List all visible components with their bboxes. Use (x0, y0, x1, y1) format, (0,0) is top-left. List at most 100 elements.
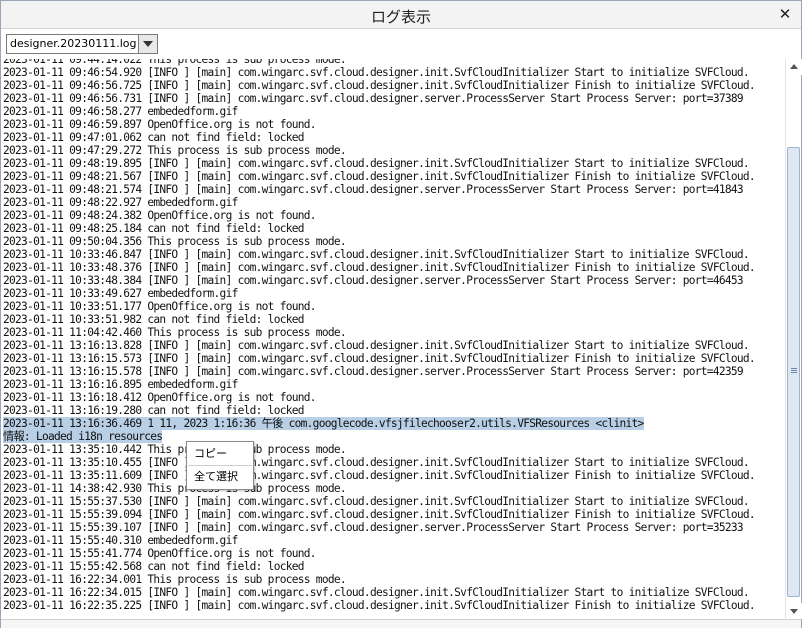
log-line: 2023-01-11 13:16:13.828 [INFO ] [main] c… (3, 339, 755, 352)
log-line: 2023-01-11 13:16:19.280 can not find fie… (3, 404, 755, 417)
log-line: 2023-01-11 10:33:46.847 [INFO ] [main] c… (3, 248, 755, 261)
log-line-text: 2023-01-11 09:48:24.382 OpenOffice.org i… (3, 209, 317, 222)
log-line: 2023-01-11 09:48:19.895 [INFO ] [main] c… (3, 157, 755, 170)
log-line-text: 2023-01-11 15:55:37.530 [INFO ] [main] c… (3, 495, 750, 508)
log-line: 2023-01-11 13:35:10.455 [INFO ] [main] c… (3, 456, 755, 469)
log-line-text: 2023-01-11 15:55:42.568 can not find fie… (3, 560, 305, 573)
log-line-text: 2023-01-11 16:22:34.015 [INFO ] [main] c… (3, 586, 750, 599)
log-line: 2023-01-11 13:16:15.578 [INFO ] [main] c… (3, 365, 755, 378)
log-viewer-window: ログ表示 ✕ designer.20230111.log 2023-01-11 … (0, 0, 802, 628)
log-line-text: 2023-01-11 09:48:22.927 embededform.gif (3, 196, 238, 209)
log-line: 2023-01-11 16:22:34.001 This process is … (3, 573, 755, 586)
log-line: 2023-01-11 15:55:37.530 [INFO ] [main] c… (3, 495, 755, 508)
log-line: 2023-01-11 13:16:15.573 [INFO ] [main] c… (3, 352, 756, 365)
window-title: ログ表示 (370, 8, 431, 26)
log-text-area[interactable]: 2023-01-11 09:44:14.022 This process is … (2, 59, 784, 619)
log-line-text: 2023-01-11 13:16:15.573 [INFO ] [main] c… (3, 352, 756, 365)
log-line: 2023-01-11 09:47:29.272 This process is … (3, 144, 755, 157)
log-line-text: 2023-01-11 10:33:51.982 can not find fie… (3, 313, 305, 326)
log-line: 2023-01-11 15:55:42.568 can not find fie… (3, 560, 755, 573)
log-line-text: 2023-01-11 10:33:46.847 [INFO ] [main] c… (3, 248, 750, 261)
log-line-text: 2023-01-11 16:22:35.225 [INFO ] [main] c… (3, 599, 756, 612)
log-line-text: 2023-01-11 15:55:41.774 OpenOffice.org i… (3, 547, 317, 560)
log-line-text: 2023-01-11 13:16:13.828 [INFO ] [main] c… (3, 339, 750, 352)
log-line-text: 2023-01-11 13:16:16.895 embededform.gif (3, 378, 238, 391)
log-line-text: 2023-01-11 13:35:10.442 This process is … (3, 443, 347, 456)
log-line: 2023-01-11 09:48:21.567 [INFO ] [main] c… (3, 170, 756, 183)
log-line: 2023-01-11 10:33:48.376 [INFO ] [main] c… (3, 261, 756, 274)
log-file-select-value[interactable]: designer.20230111.log (7, 35, 138, 53)
log-line-text: 2023-01-11 15:55:39.107 [INFO ] [main] c… (3, 521, 744, 534)
log-line: 2023-01-11 15:55:39.107 [INFO ] [main] c… (3, 521, 755, 534)
log-line: 2023-01-11 09:46:54.920 [INFO ] [main] c… (3, 66, 755, 79)
log-line-text: 2023-01-11 15:55:39.094 [INFO ] [main] c… (3, 508, 756, 521)
log-line: 2023-01-11 15:55:41.774 OpenOffice.org i… (3, 547, 755, 560)
log-lines: 2023-01-11 09:44:14.022 This process is … (3, 59, 756, 612)
log-line-text: 2023-01-11 10:33:48.384 [INFO ] [main] c… (3, 274, 744, 287)
log-line: 2023-01-11 09:48:21.574 [INFO ] [main] c… (3, 183, 755, 196)
log-line-text: 2023-01-11 09:46:59.897 OpenOffice.org i… (3, 118, 317, 131)
log-line-text: 2023-01-11 13:35:10.455 [INFO ] [main] c… (3, 456, 750, 469)
log-line: 2023-01-11 10:33:49.627 embededform.gif (3, 287, 755, 300)
log-line: 2023-01-11 09:44:14.022 This process is … (3, 59, 755, 66)
log-line: 2023-01-11 15:55:39.094 [INFO ] [main] c… (3, 508, 756, 521)
log-line-text: 2023-01-11 09:47:29.272 This process is … (3, 144, 347, 157)
log-line-text: 2023-01-11 09:50:04.356 This process is … (3, 235, 347, 248)
log-line: 2023-01-11 14:38:42.930 This process is … (3, 482, 755, 495)
log-line-text: 2023-01-11 13:16:36.469 1 11, 2023 1:16:… (3, 417, 644, 430)
scrollbar-thumb[interactable] (787, 147, 800, 597)
log-line: 情報: Loaded i18n resources (3, 430, 755, 443)
log-line-text: 2023-01-11 13:16:19.280 can not find fie… (3, 404, 305, 417)
context-menu-select-all[interactable]: 全て選択 (188, 467, 252, 487)
log-line: 2023-01-11 15:55:40.310 embededform.gif (3, 534, 755, 547)
log-line: 2023-01-11 09:47:01.062 can not find fie… (3, 131, 755, 144)
log-line-text: 2023-01-11 09:44:14.022 This process is … (3, 59, 347, 66)
grip-line (791, 370, 797, 371)
log-file-select[interactable]: designer.20230111.log (6, 34, 158, 54)
chevron-down-icon[interactable] (138, 35, 157, 53)
vertical-scrollbar[interactable] (785, 59, 802, 619)
log-line: 2023-01-11 13:35:10.442 This process is … (3, 443, 755, 456)
horizontal-scrollbar[interactable] (1, 619, 801, 628)
log-line: 2023-01-11 09:46:56.731 [INFO ] [main] c… (3, 92, 755, 105)
log-line: 2023-01-11 11:04:42.460 This process is … (3, 326, 755, 339)
log-line: 2023-01-11 09:50:04.356 This process is … (3, 235, 755, 248)
log-line-text: 2023-01-11 09:47:01.062 can not find fie… (3, 131, 305, 144)
log-line-text: 2023-01-11 09:48:25.184 can not find fie… (3, 222, 305, 235)
menu-divider (188, 465, 252, 466)
log-line-text: 2023-01-11 13:35:11.609 [INFO ] [main] c… (3, 469, 756, 482)
log-line-text: 2023-01-11 09:46:56.731 [INFO ] [main] c… (3, 92, 744, 105)
close-button[interactable]: ✕ (775, 4, 795, 24)
log-line-text: 情報: Loaded i18n resources (3, 430, 163, 443)
scroll-down-arrow-icon[interactable] (786, 603, 802, 619)
log-line: 2023-01-11 10:33:48.384 [INFO ] [main] c… (3, 274, 755, 287)
log-line-text: 2023-01-11 09:46:54.920 [INFO ] [main] c… (3, 66, 750, 79)
log-line: 2023-01-11 09:46:59.897 OpenOffice.org i… (3, 118, 755, 131)
scroll-up-arrow-icon[interactable] (786, 59, 802, 75)
context-menu-copy[interactable]: コピー (188, 444, 252, 464)
log-line-text: 2023-01-11 10:33:51.177 OpenOffice.org i… (3, 300, 317, 313)
log-line-text: 2023-01-11 10:33:49.627 embededform.gif (3, 287, 238, 300)
log-line: 2023-01-11 16:22:35.225 [INFO ] [main] c… (3, 599, 756, 612)
log-line: 2023-01-11 10:33:51.982 can not find fie… (3, 313, 755, 326)
log-line-text: 2023-01-11 15:55:40.310 embededform.gif (3, 534, 238, 547)
log-line-text: 2023-01-11 09:46:58.277 embededform.gif (3, 105, 238, 118)
log-line-text: 2023-01-11 14:38:42.930 This process is … (3, 482, 347, 495)
log-line: 2023-01-11 13:16:18.412 OpenOffice.org i… (3, 391, 755, 404)
toolbar: designer.20230111.log (1, 29, 801, 59)
log-line: 2023-01-11 09:46:56.725 [INFO ] [main] c… (3, 79, 756, 92)
log-line: 2023-01-11 10:33:51.177 OpenOffice.org i… (3, 300, 755, 313)
log-line-text: 2023-01-11 13:16:18.412 OpenOffice.org i… (3, 391, 317, 404)
log-line-text: 2023-01-11 09:48:19.895 [INFO ] [main] c… (3, 157, 750, 170)
log-line-text: 2023-01-11 10:33:48.376 [INFO ] [main] c… (3, 261, 756, 274)
log-line-text: 2023-01-11 09:48:21.574 [INFO ] [main] c… (3, 183, 744, 196)
log-line-text: 2023-01-11 13:16:15.578 [INFO ] [main] c… (3, 365, 744, 378)
log-line: 2023-01-11 13:16:16.895 embededform.gif (3, 378, 755, 391)
log-line-text: 2023-01-11 11:04:42.460 This process is … (3, 326, 347, 339)
context-menu: コピー 全て選択 (186, 441, 254, 490)
grip-line (791, 372, 797, 373)
title-bar: ログ表示 ✕ (1, 1, 801, 29)
log-line-text: 2023-01-11 09:48:21.567 [INFO ] [main] c… (3, 170, 756, 183)
log-line: 2023-01-11 09:46:58.277 embededform.gif (3, 105, 755, 118)
log-line-text: 2023-01-11 16:22:34.001 This process is … (3, 573, 347, 586)
